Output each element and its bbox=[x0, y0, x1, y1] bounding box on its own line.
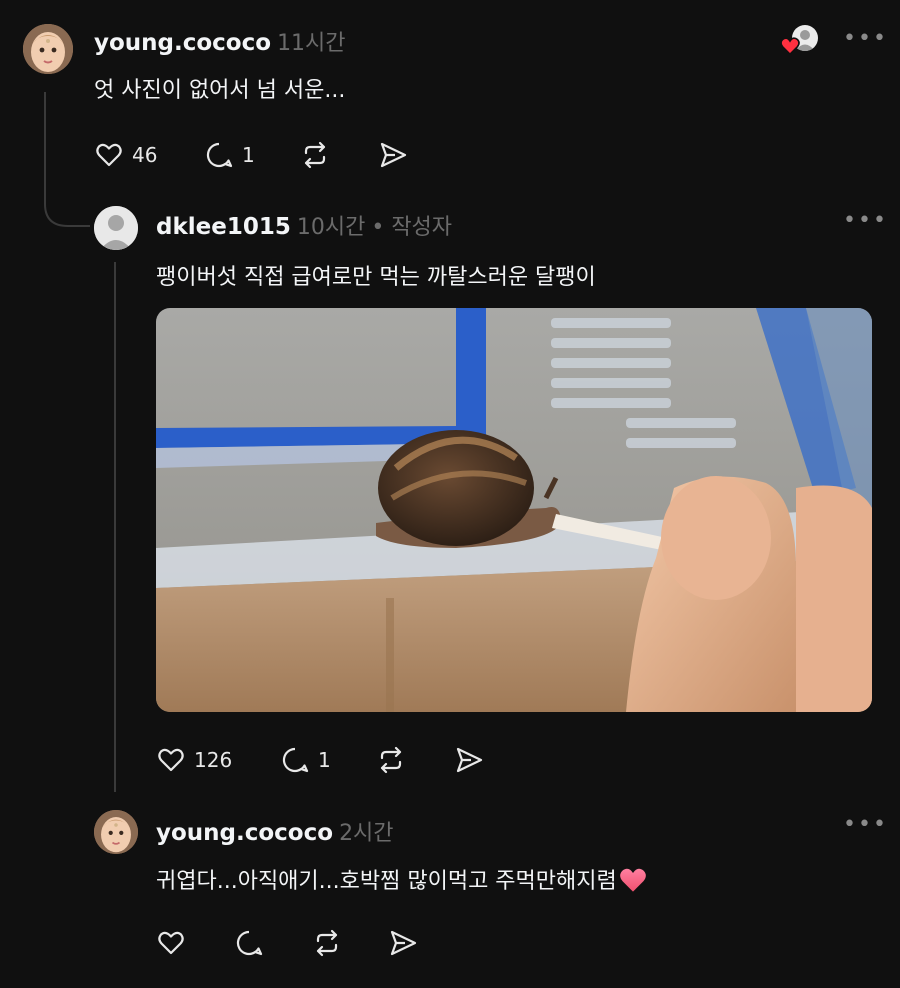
reply-count: 1 bbox=[318, 748, 331, 772]
username[interactable]: young.cococo bbox=[156, 820, 333, 846]
share-button[interactable] bbox=[378, 140, 408, 170]
reply-icon bbox=[282, 747, 309, 773]
comment-text: 엇 사진이 없어서 넘 서운... bbox=[94, 78, 346, 103]
timestamp: 10시간 bbox=[296, 215, 366, 240]
send-icon bbox=[380, 142, 407, 168]
username[interactable]: young.cococo bbox=[94, 30, 271, 56]
more-options-button[interactable]: ••• bbox=[843, 812, 888, 837]
heart-badge-icon bbox=[780, 37, 800, 55]
comment-header: young.cococo 11시간 bbox=[94, 28, 346, 60]
heart-icon bbox=[158, 748, 184, 772]
reply-button[interactable]: 1 bbox=[204, 140, 255, 170]
thread-connector-2 bbox=[114, 262, 116, 792]
baby-avatar-icon bbox=[94, 810, 138, 854]
share-button[interactable] bbox=[454, 745, 484, 775]
avatar[interactable] bbox=[94, 810, 138, 854]
like-button[interactable] bbox=[156, 928, 186, 958]
like-button[interactable]: 126 bbox=[156, 745, 232, 775]
send-icon bbox=[390, 930, 417, 956]
default-user-avatar-icon bbox=[94, 206, 138, 250]
comment-header: young.cococo 2시간 bbox=[156, 818, 394, 850]
timestamp: 2시간 bbox=[339, 821, 394, 846]
reply-count: 1 bbox=[242, 143, 255, 167]
share-button[interactable] bbox=[388, 928, 418, 958]
reply-button[interactable] bbox=[234, 928, 264, 958]
avatar[interactable] bbox=[23, 24, 73, 74]
avatar[interactable] bbox=[94, 206, 138, 250]
heart-emoji-icon bbox=[619, 868, 646, 892]
timestamp: 11시간 bbox=[277, 31, 346, 56]
thread-connector-1 bbox=[44, 92, 46, 202]
comment-text-body: 귀엽다...아직애기...호박찜 많이먹고 주먹만해지렴 bbox=[156, 869, 617, 894]
more-options-button[interactable]: ••• bbox=[843, 26, 888, 51]
heart-icon bbox=[96, 143, 122, 167]
comment-header: dklee1015 10시간 • 작성자 bbox=[156, 212, 452, 244]
send-icon bbox=[456, 747, 483, 773]
reply-icon bbox=[206, 142, 233, 168]
more-options-button[interactable]: ••• bbox=[843, 208, 888, 233]
thread-curve bbox=[44, 190, 90, 227]
comment-text: 팽이버섯 직접 급여로만 먹는 까탈스러운 달팽이 bbox=[156, 265, 596, 290]
repost-button[interactable] bbox=[312, 928, 342, 958]
reply-button[interactable]: 1 bbox=[280, 745, 331, 775]
snail-photo-icon bbox=[156, 308, 872, 712]
comment-text: 귀엽다...아직애기...호박찜 많이먹고 주먹만해지렴 bbox=[156, 866, 647, 898]
liked-by-author-badge bbox=[780, 23, 820, 59]
repost-icon bbox=[380, 746, 402, 774]
author-tag: • 작성자 bbox=[371, 215, 453, 240]
repost-icon bbox=[316, 929, 338, 957]
heart-icon bbox=[158, 931, 184, 955]
repost-button[interactable] bbox=[300, 140, 330, 170]
like-button[interactable]: 46 bbox=[94, 140, 157, 170]
repost-icon bbox=[304, 141, 326, 169]
reply-icon bbox=[236, 930, 263, 956]
baby-avatar-icon bbox=[23, 24, 73, 74]
repost-button[interactable] bbox=[376, 745, 406, 775]
like-count: 46 bbox=[132, 143, 158, 167]
like-count: 126 bbox=[194, 748, 233, 772]
post-photo[interactable] bbox=[156, 308, 872, 712]
username[interactable]: dklee1015 bbox=[156, 214, 291, 240]
